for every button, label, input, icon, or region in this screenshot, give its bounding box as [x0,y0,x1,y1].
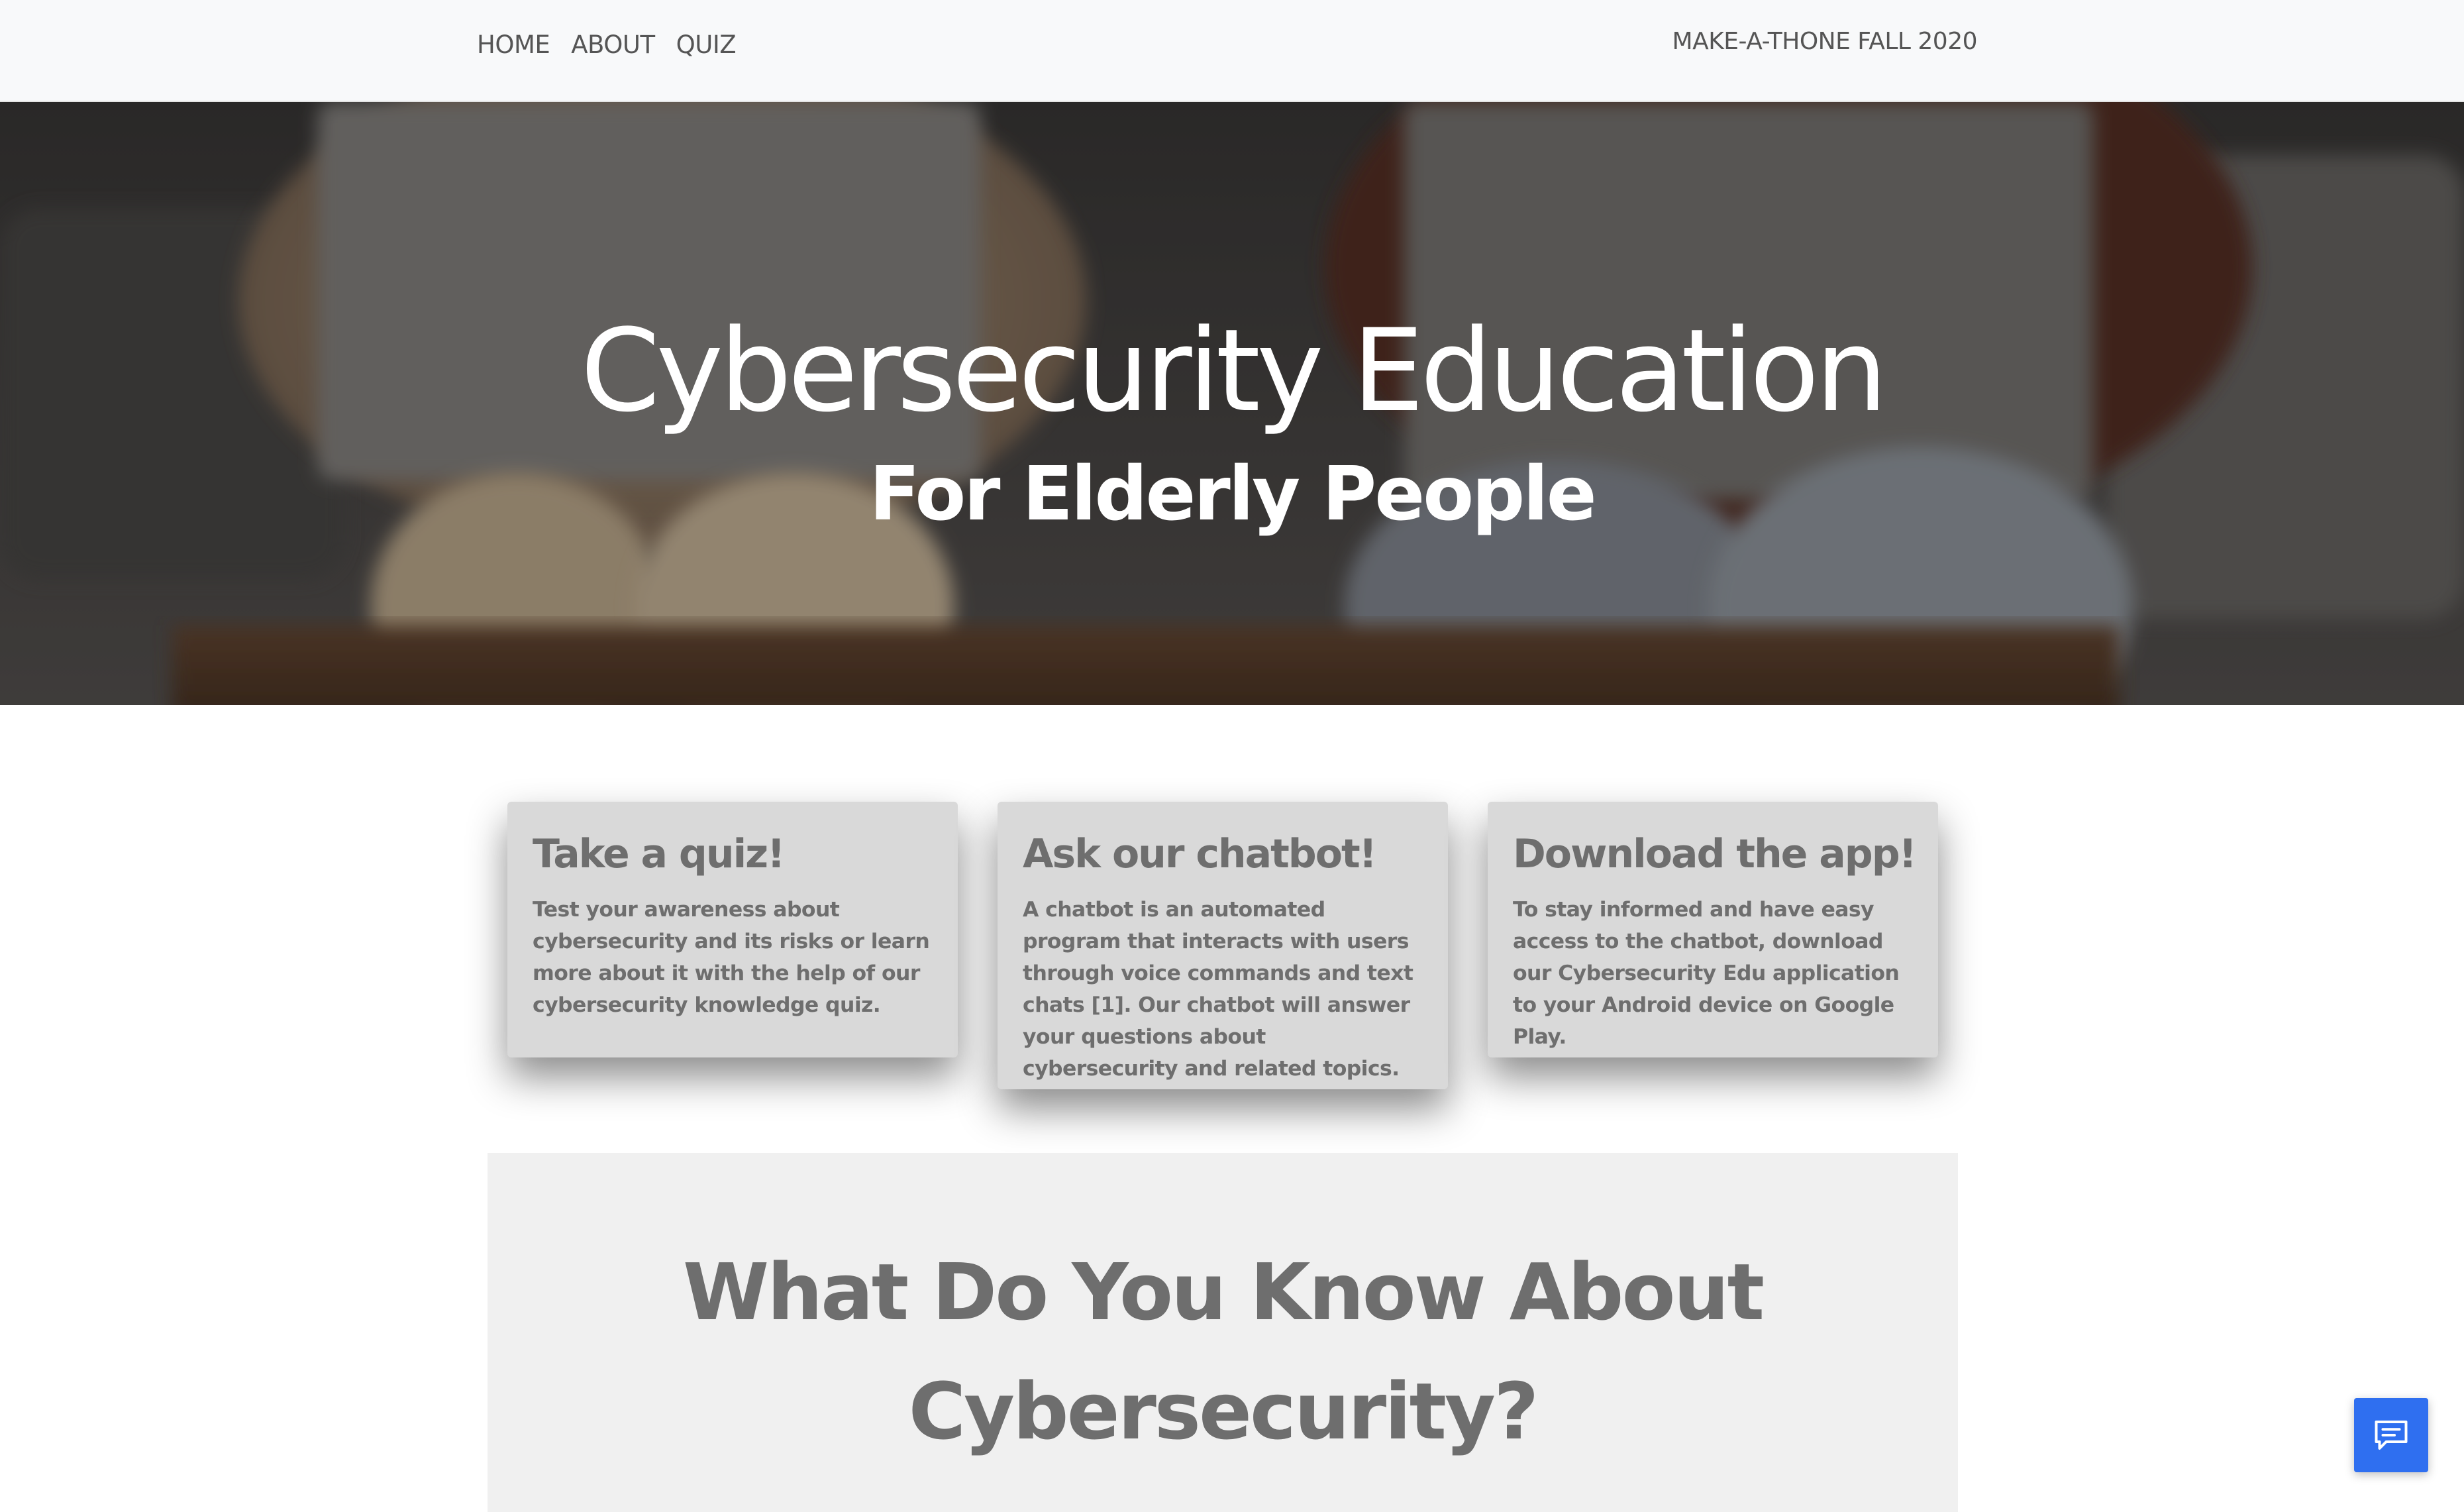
hero-title: Cybersecurity Education [580,304,1887,437]
quiz-card-title: Take a quiz! [533,831,785,877]
quiz-section-heading: What Do You Know About Cybersecurity? [682,1246,1765,1457]
app-card[interactable]: Download the app! To stay informed and h… [1488,802,1938,1057]
app-card-text: To stay informed and have easy access to… [1513,898,1900,1049]
chatbot-card-text: A chatbot is an automated program that i… [1023,898,1413,1081]
chatbot-card-title: Ask our chatbot! [1023,831,1377,877]
nav-links: HOME ABOUT QUIZ [477,30,737,59]
nav-link-quiz[interactable]: QUIZ [676,30,737,59]
chat-widget-button[interactable] [2354,1398,2428,1472]
app-card-title: Download the app! [1513,831,1917,877]
quiz-card[interactable]: Take a quiz! Test your awareness about c… [507,802,958,1057]
chat-bubble-icon [2375,1421,2408,1450]
brand-label: MAKE-A-THONE FALL 2020 [1672,28,1978,55]
hero-banner: Cybersecurity Education For Elderly Peop… [0,102,2464,705]
hero-subtitle: For Elderly People [869,451,1596,537]
quiz-card-text: Test your awareness about cybersecurity … [533,898,930,1017]
quiz-intro-section: What Do You Know About Cybersecurity? [488,1153,1958,1512]
nav-link-home[interactable]: HOME [477,30,550,59]
top-navbar: HOME ABOUT QUIZ MAKE-A-THONE FALL 2020 [0,0,2464,102]
nav-link-about[interactable]: ABOUT [571,30,655,59]
chatbot-card[interactable]: Ask our chatbot! A chatbot is an automat… [998,802,1448,1089]
